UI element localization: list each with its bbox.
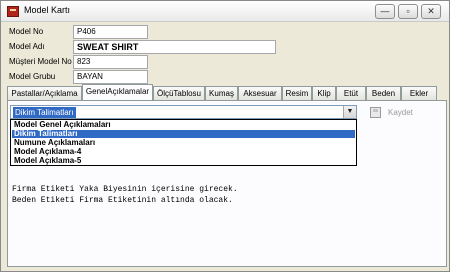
- model-no-label: Model No: [9, 27, 44, 36]
- option-model-aciklama-5[interactable]: Model Açıklama-5: [12, 157, 355, 165]
- musteri-model-no-label: Müşteri Model No: [9, 57, 72, 66]
- memo-line: Beden Etiketi Firma Etiketinin altında o…: [12, 196, 233, 205]
- tab-olcu-tablosu[interactable]: ÖlçüTablosu: [153, 86, 205, 100]
- aciklama-memo[interactable]: Firma Etiketi Yaka Biyesinin içerisine g…: [12, 184, 432, 206]
- model-grubu-label: Model Grubu: [9, 72, 56, 81]
- model-adi-field[interactable]: SWEAT SHIRT: [73, 40, 276, 54]
- save-button[interactable]: Kaydet: [370, 105, 424, 120]
- model-karti-window: Model Kartı — ▫ ✕ Model No P406 Model Ad…: [0, 0, 450, 272]
- option-numune-aciklamalari[interactable]: Numune Açıklamaları: [12, 139, 355, 147]
- save-button-label: Kaydet: [388, 108, 413, 117]
- select-dropdown-list: Model Genel Açıklamaları Dikim Talimatla…: [10, 119, 357, 166]
- model-no-field[interactable]: P406: [73, 25, 148, 39]
- chevron-down-icon[interactable]: ▼: [343, 106, 356, 118]
- tab-resim[interactable]: Resim: [282, 86, 312, 100]
- minimize-button[interactable]: —: [375, 4, 395, 19]
- tab-etut[interactable]: Etüt: [336, 86, 366, 100]
- tab-genel-aciklamalar[interactable]: GenelAçıklamalar: [82, 84, 153, 100]
- tab-klip[interactable]: Klip: [312, 86, 336, 100]
- option-model-genel-aciklamalari[interactable]: Model Genel Açıklamaları: [12, 121, 355, 129]
- title-bar[interactable]: Model Kartı — ▫ ✕: [1, 1, 449, 22]
- maximize-button[interactable]: ▫: [398, 4, 418, 19]
- tab-aksesuar[interactable]: Aksesuar: [238, 86, 282, 100]
- save-icon: [370, 107, 381, 118]
- option-dikim-talimatlari[interactable]: Dikim Talimatları: [12, 130, 355, 138]
- app-icon: [7, 6, 19, 17]
- tab-kumas[interactable]: Kumaş: [205, 86, 238, 100]
- select-current-value: Dikim Talimatları: [13, 107, 76, 118]
- tab-beden[interactable]: Beden: [366, 86, 401, 100]
- memo-line: Firma Etiketi Yaka Biyesinin içerisine g…: [12, 185, 238, 194]
- tab-ekler[interactable]: Ekler: [401, 86, 437, 100]
- window-title: Model Kartı: [24, 5, 71, 15]
- aciklama-type-select[interactable]: Dikim Talimatları ▼: [10, 105, 357, 119]
- model-grubu-field[interactable]: BAYAN: [73, 70, 148, 84]
- tab-pastallar-aciklama[interactable]: Pastallar/Açıklama: [7, 86, 82, 100]
- musteri-model-no-field[interactable]: 823: [73, 55, 148, 69]
- option-model-aciklama-4[interactable]: Model Açıklama-4: [12, 148, 355, 156]
- close-button[interactable]: ✕: [421, 4, 441, 19]
- model-adi-label: Model Adı: [9, 42, 45, 51]
- tab-strip: Pastallar/Açıklama GenelAçıklamalar Ölçü…: [7, 84, 449, 100]
